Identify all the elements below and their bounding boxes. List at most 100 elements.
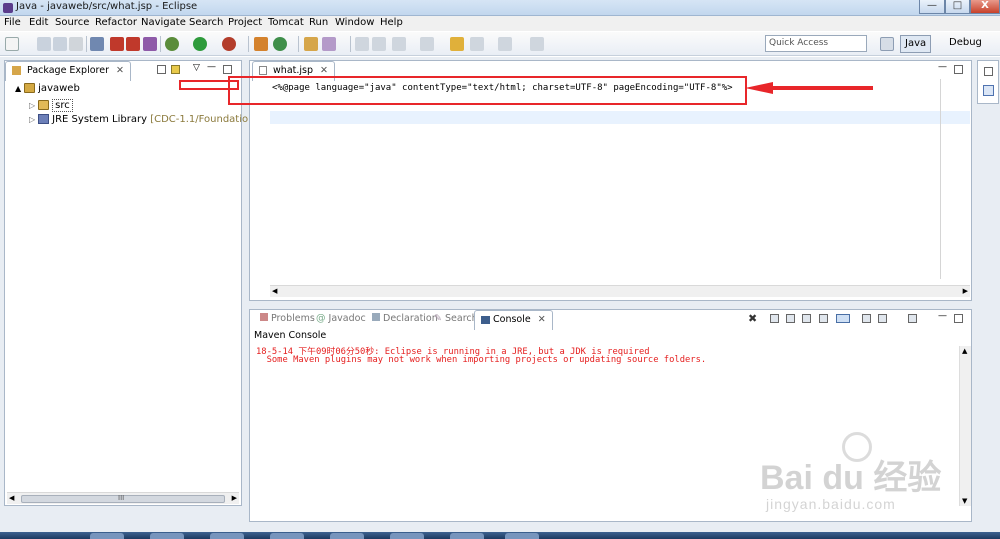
search-icon[interactable]: [322, 37, 336, 51]
package-explorer-tab-label: Package Explorer: [27, 65, 109, 76]
skip-breakpoints-icon[interactable]: [90, 37, 104, 51]
menu-window[interactable]: Window: [335, 17, 374, 28]
minimize-view-icon[interactable]: —: [207, 62, 216, 72]
taskbar-button[interactable]: [270, 533, 304, 539]
tab-package-explorer[interactable]: Package Explorer ✕: [5, 61, 131, 81]
tab-console[interactable]: Console ✕: [474, 310, 553, 330]
close-button[interactable]: X: [970, 0, 1000, 14]
maximize-editor-icon[interactable]: [954, 65, 963, 74]
maximize-button[interactable]: □: [945, 0, 970, 14]
clear-console-icon[interactable]: [786, 314, 795, 323]
tree-item-javaweb[interactable]: ▲ javaweb: [15, 83, 80, 94]
menu-file[interactable]: File: [4, 17, 21, 28]
menu-source[interactable]: Source: [55, 17, 89, 28]
terminate-icon[interactable]: ✖: [748, 312, 757, 325]
open-perspective-icon[interactable]: [880, 37, 894, 51]
scroll-thumb[interactable]: III: [21, 494, 225, 503]
perspective-java[interactable]: Java: [900, 35, 932, 53]
collapse-all-icon[interactable]: [157, 65, 166, 74]
toggle-mark-icon[interactable]: [355, 37, 369, 51]
minimize-editor-icon[interactable]: —: [938, 62, 947, 72]
scroll-right-icon[interactable]: ▶: [232, 494, 237, 502]
taskbar-button[interactable]: [330, 533, 364, 539]
menu-search[interactable]: Search: [189, 17, 223, 28]
console-icon: [481, 315, 490, 324]
server-restart-icon[interactable]: [143, 37, 157, 51]
quick-access-input[interactable]: Quick Access: [765, 35, 867, 52]
menu-refactor[interactable]: Refactor: [95, 17, 137, 28]
taskbar-button[interactable]: [390, 533, 424, 539]
new-java-class-icon[interactable]: [273, 37, 287, 51]
minimize-button[interactable]: —: [919, 0, 945, 14]
debug-icon[interactable]: [165, 37, 179, 51]
taskbar-button[interactable]: [150, 533, 184, 539]
menu-project[interactable]: Project: [228, 17, 262, 28]
package-explorer-view: Package Explorer ✕ ▽ — ▲ javaweb ▷ src ▷ JR…: [4, 60, 268, 506]
annotation-highlight-box: [228, 76, 747, 105]
display-console-icon[interactable]: [878, 314, 887, 323]
open-console-icon[interactable]: [908, 314, 917, 323]
close-icon[interactable]: ✕: [538, 314, 546, 325]
scroll-lock-icon[interactable]: [802, 314, 811, 323]
taskbar-button[interactable]: [210, 533, 244, 539]
restore-icon[interactable]: [984, 67, 993, 76]
server-start-icon[interactable]: [110, 37, 124, 51]
package-folder-icon: [38, 100, 50, 110]
taskbar-button[interactable]: [90, 533, 124, 539]
pin-console-icon[interactable]: [862, 314, 871, 323]
server-stop-icon[interactable]: [126, 37, 140, 51]
annotation-marker-box: [179, 80, 239, 90]
collapse-arrow-icon[interactable]: ▷: [29, 101, 35, 110]
search-tab-label: Search: [445, 313, 478, 324]
view-menu-icon[interactable]: ▽: [193, 63, 200, 73]
remove-launch-icon[interactable]: [770, 314, 779, 323]
editor-hscrollbar[interactable]: ◀ ▶: [270, 285, 970, 297]
editor-tab-label: what.jsp: [273, 65, 314, 76]
link-with-editor-icon[interactable]: [171, 65, 180, 74]
menu-edit[interactable]: Edit: [29, 17, 48, 28]
back-icon[interactable]: [470, 37, 484, 51]
tab-javadoc[interactable]: @ Javadoc: [310, 310, 372, 330]
maximize-view-icon[interactable]: [954, 314, 963, 323]
print-icon[interactable]: [69, 37, 83, 51]
save-all-icon[interactable]: [53, 37, 67, 51]
block-selection-icon[interactable]: [372, 37, 386, 51]
last-edit-icon[interactable]: [450, 37, 464, 51]
menu-tomcat[interactable]: Tomcat: [268, 17, 304, 28]
scroll-left-icon[interactable]: ◀: [272, 287, 277, 295]
menu-run[interactable]: Run: [309, 17, 328, 28]
next-annotation-icon[interactable]: [392, 37, 406, 51]
taskbar-button[interactable]: [450, 533, 484, 539]
prev-annotation-icon[interactable]: [420, 37, 434, 51]
open-type-icon[interactable]: [304, 37, 318, 51]
save-icon[interactable]: [37, 37, 51, 51]
maximize-view-icon[interactable]: [223, 65, 232, 74]
current-line-highlight: [270, 111, 970, 124]
scroll-up-icon[interactable]: ▲: [962, 347, 967, 355]
run-icon[interactable]: [193, 37, 207, 51]
menu-help[interactable]: Help: [380, 17, 403, 28]
outline-icon[interactable]: [983, 85, 994, 96]
package-explorer-hscrollbar[interactable]: ◀ III ▶: [7, 492, 239, 504]
forward-icon[interactable]: [498, 37, 512, 51]
close-icon[interactable]: ✕: [116, 65, 124, 76]
scroll-right-icon[interactable]: ▶: [963, 287, 968, 295]
collapse-arrow-icon[interactable]: ▷: [29, 115, 35, 124]
watermark-brand: Bai du 经验: [760, 459, 942, 497]
menu-navigate[interactable]: Navigate: [141, 17, 186, 28]
minimize-view-icon[interactable]: —: [938, 311, 947, 321]
new-java-package-icon[interactable]: [254, 37, 268, 51]
tree-item-src[interactable]: ▷ src: [29, 99, 73, 112]
taskbar-button[interactable]: [505, 533, 539, 539]
show-console-icon[interactable]: [836, 314, 850, 323]
perspective-debug[interactable]: Debug: [945, 35, 986, 53]
pin-editor-icon[interactable]: [530, 37, 544, 51]
external-tools-icon[interactable]: [222, 37, 236, 51]
expand-arrow-icon[interactable]: ▲: [15, 84, 21, 93]
java-perspective-label: Java: [905, 38, 927, 49]
scroll-left-icon[interactable]: ◀: [9, 494, 14, 502]
project-icon: [24, 83, 36, 93]
close-icon[interactable]: ✕: [320, 65, 328, 76]
word-wrap-icon[interactable]: [819, 314, 828, 323]
tree-item-jre-library[interactable]: ▷ JRE System Library [CDC-1.1/Foundation-…: [29, 114, 268, 125]
